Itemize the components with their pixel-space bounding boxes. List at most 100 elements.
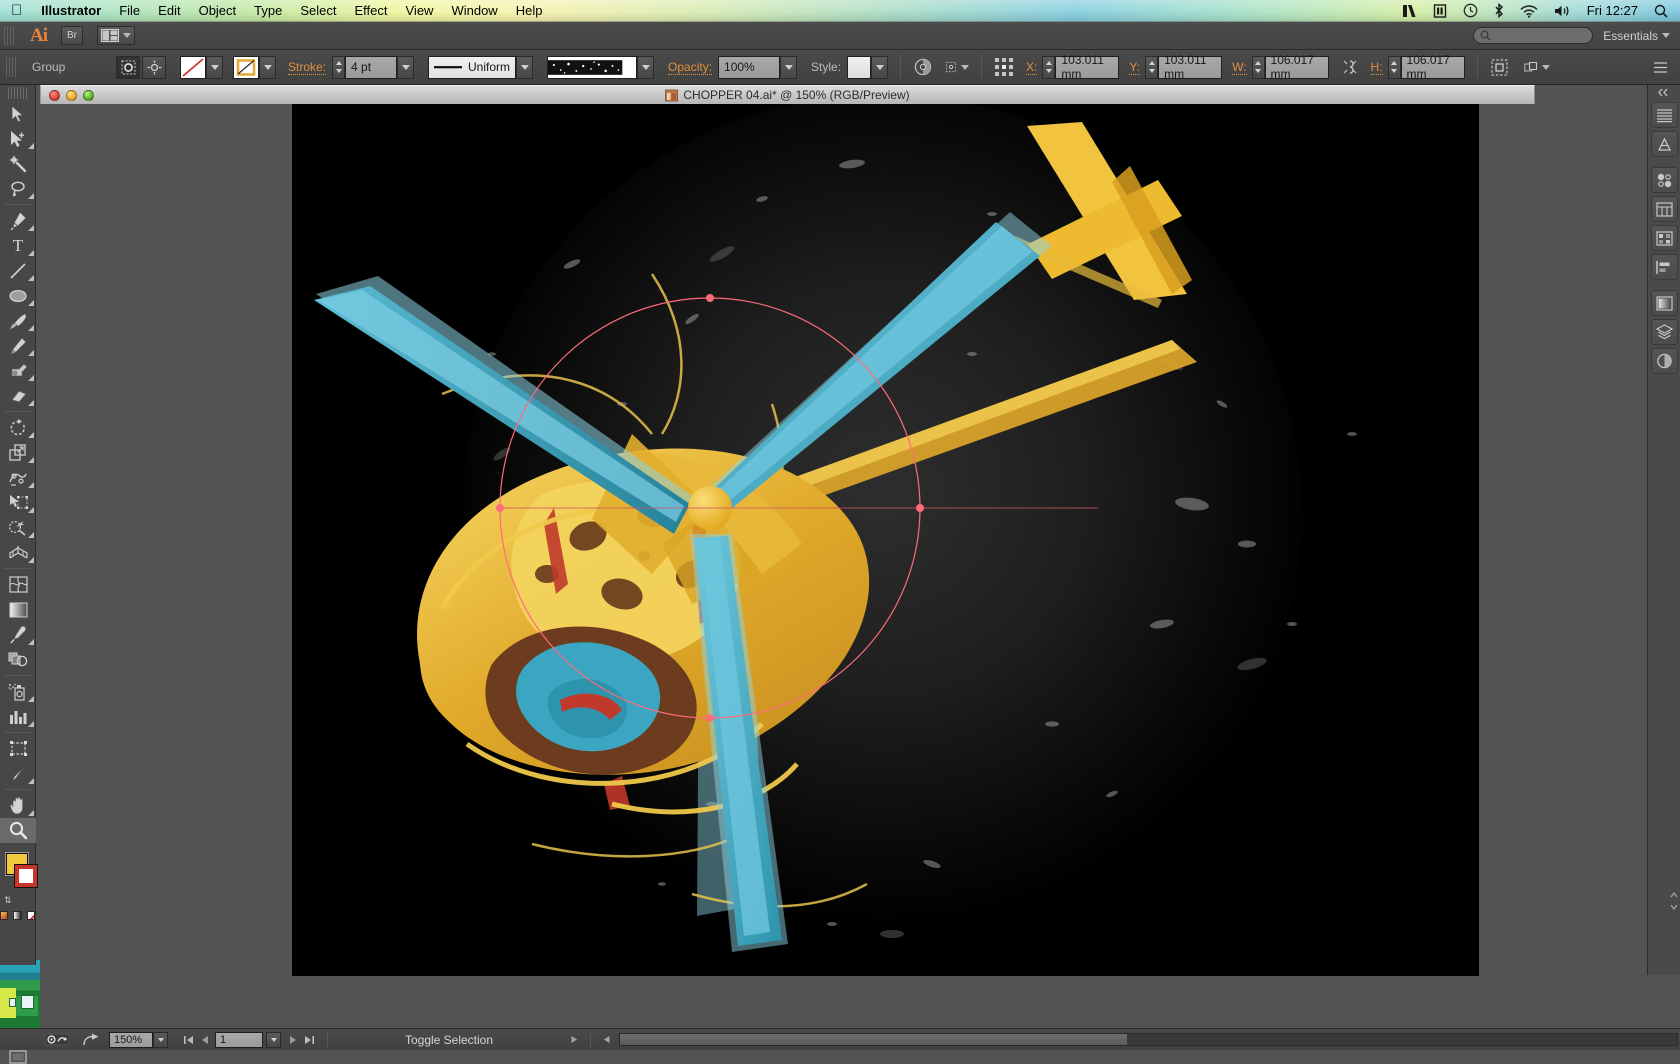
- menu-illustrator[interactable]: Illustrator: [32, 0, 110, 22]
- menu-edit[interactable]: Edit: [149, 0, 189, 22]
- stroke-dropdown[interactable]: [259, 56, 276, 79]
- align-reference-icon[interactable]: [945, 56, 969, 79]
- previous-page-icon[interactable]: [196, 1032, 212, 1048]
- zoom-level-dropdown[interactable]: [153, 1032, 168, 1048]
- free-transform-tool[interactable]: [0, 490, 36, 515]
- y-stepper[interactable]: [1145, 56, 1158, 79]
- last-page-icon[interactable]: [301, 1032, 317, 1048]
- transform-anchor-icon[interactable]: [992, 56, 1016, 79]
- page-dropdown[interactable]: [266, 1032, 281, 1048]
- tools-grip[interactable]: [8, 87, 27, 99]
- preflight-icon[interactable]: [40, 1033, 74, 1046]
- x-stepper[interactable]: [1042, 56, 1055, 79]
- recolor-artwork-icon[interactable]: [911, 56, 935, 79]
- page-number-value[interactable]: 1: [215, 1032, 263, 1048]
- next-page-icon[interactable]: [285, 1032, 301, 1048]
- line-segment-tool[interactable]: [0, 258, 36, 283]
- h-value[interactable]: 106.017 mm: [1401, 56, 1465, 79]
- perspective-grid-tool[interactable]: [0, 540, 36, 565]
- width-tool[interactable]: [0, 465, 36, 490]
- style-swatch[interactable]: [847, 56, 871, 79]
- artboard-tool[interactable]: [0, 736, 36, 761]
- color-guide-icon[interactable]: [1651, 131, 1678, 157]
- pencil-tool[interactable]: [0, 333, 36, 358]
- profile-dropdown[interactable]: [516, 56, 533, 79]
- opacity-label[interactable]: Opacity:: [668, 60, 712, 75]
- magic-wand-tool[interactable]: [0, 151, 36, 176]
- share-my-screen-icon[interactable]: [74, 1033, 109, 1046]
- menu-select[interactable]: Select: [291, 0, 345, 22]
- search-icon[interactable]: [1646, 4, 1680, 18]
- rotate-tool[interactable]: [0, 415, 36, 440]
- symbols-panel-icon[interactable]: [1651, 196, 1678, 222]
- direct-selection-tool[interactable]: [0, 126, 36, 151]
- blob-brush-tool[interactable]: [0, 358, 36, 383]
- bluetooth-icon[interactable]: [1486, 3, 1512, 18]
- stroke-weight-label[interactable]: Stroke:: [288, 60, 326, 75]
- stroke-swatch-icon[interactable]: [233, 56, 259, 79]
- artboard[interactable]: [292, 104, 1479, 976]
- none-button[interactable]: [27, 911, 35, 920]
- mesh-tool[interactable]: [0, 572, 36, 597]
- menu-effect[interactable]: Effect: [345, 0, 396, 22]
- color-button[interactable]: [0, 911, 8, 920]
- workspace-switcher[interactable]: Essentials: [1473, 27, 1680, 44]
- controlbar-grip[interactable]: [6, 57, 18, 77]
- dock-scroll-arrow[interactable]: [1670, 891, 1678, 913]
- arrange-icon[interactable]: [1524, 56, 1550, 79]
- constrain-proportions-icon[interactable]: [1338, 56, 1362, 79]
- selection-tool[interactable]: [0, 101, 36, 126]
- fill-swatch-icon[interactable]: [180, 56, 206, 79]
- type-tool[interactable]: T: [0, 233, 36, 258]
- gradient-button[interactable]: [13, 911, 21, 920]
- ellipse-tool[interactable]: [0, 283, 36, 308]
- x-value[interactable]: 103.011 mm: [1055, 56, 1119, 79]
- search-input[interactable]: [1473, 27, 1593, 44]
- profile-value[interactable]: Uniform: [428, 56, 516, 79]
- gradient-tool[interactable]: [0, 597, 36, 622]
- panel-menu-icon[interactable]: [1648, 56, 1672, 79]
- pen-tool[interactable]: [0, 208, 36, 233]
- volume-icon[interactable]: [1546, 4, 1579, 18]
- menubar-clock[interactable]: Fri 12:27: [1579, 0, 1646, 22]
- menu-type[interactable]: Type: [245, 0, 291, 22]
- time-machine-icon[interactable]: [1425, 4, 1455, 18]
- clock-icon[interactable]: [1455, 3, 1486, 18]
- stroke-weight-value[interactable]: 4 pt: [345, 56, 397, 79]
- scale-tool[interactable]: [0, 440, 36, 465]
- menu-object[interactable]: Object: [190, 0, 246, 22]
- brush-definition-icon[interactable]: [547, 56, 637, 79]
- arrange-documents-icon[interactable]: [97, 26, 135, 45]
- brushes-panel-icon[interactable]: [1651, 167, 1678, 193]
- slice-tool[interactable]: [0, 761, 36, 786]
- appearance-panel-icon[interactable]: [1651, 348, 1678, 374]
- dock-collapse-button[interactable]: [1648, 85, 1680, 99]
- blend-tool[interactable]: [0, 647, 36, 672]
- opacity-dropdown[interactable]: [780, 56, 797, 79]
- swatches-panel-icon[interactable]: [1651, 225, 1678, 251]
- transparency-panel-icon[interactable]: [1651, 290, 1678, 316]
- y-value[interactable]: 103.011 mm: [1158, 56, 1222, 79]
- status-message[interactable]: Toggle Selection: [334, 1033, 564, 1047]
- screen-mode-button[interactable]: [0, 1050, 35, 1064]
- opacity-value[interactable]: 100%: [718, 56, 780, 79]
- eraser-tool[interactable]: [0, 383, 36, 408]
- zoom-tool[interactable]: [0, 818, 36, 843]
- document-titlebar[interactable]: CHOPPER 04.ai* @ 150% (RGB/Preview): [40, 85, 1535, 104]
- lasso-tool[interactable]: [0, 176, 36, 201]
- helicopter-artwork[interactable]: [292, 104, 1479, 976]
- scrollbar-thumb[interactable]: [620, 1034, 1127, 1045]
- w-stepper[interactable]: [1252, 56, 1265, 79]
- horizontal-scrollbar[interactable]: [619, 1033, 1678, 1046]
- status-menu-arrow[interactable]: [564, 1035, 584, 1044]
- wifi-icon[interactable]: [1512, 4, 1546, 18]
- stroke-weight-stepper[interactable]: [332, 56, 345, 79]
- bridge-button[interactable]: Br: [61, 26, 83, 45]
- menu-help[interactable]: Help: [507, 0, 552, 22]
- isolate-group-icon[interactable]: [116, 56, 140, 79]
- h-stepper[interactable]: [1388, 56, 1401, 79]
- first-page-icon[interactable]: [180, 1032, 196, 1048]
- color-panel-icon[interactable]: [1651, 102, 1678, 128]
- fill-dropdown[interactable]: [206, 56, 223, 79]
- align-panel-icon[interactable]: [1651, 254, 1678, 280]
